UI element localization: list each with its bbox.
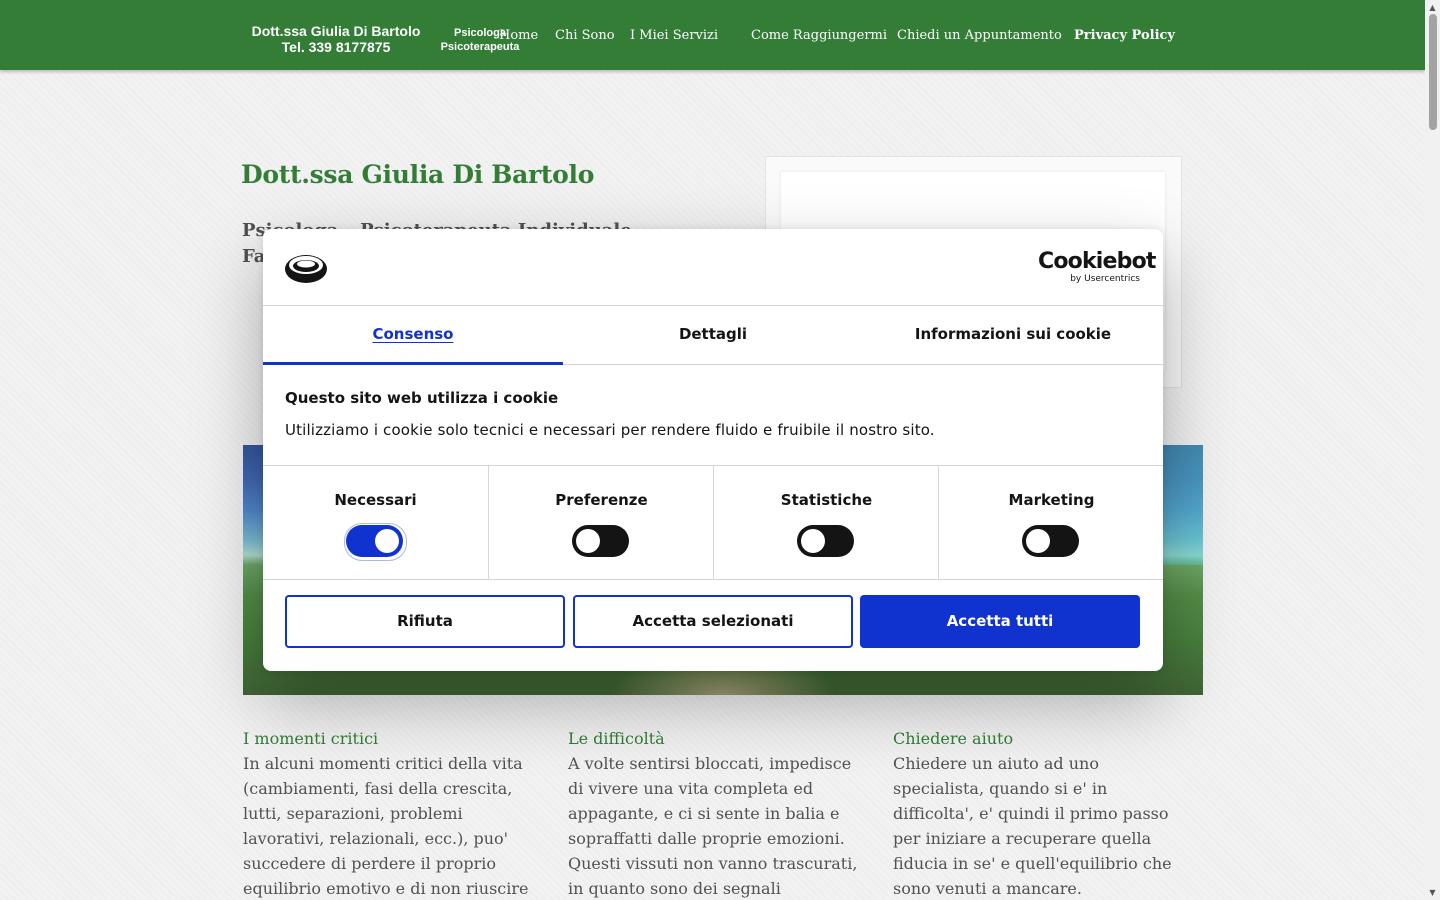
dialog-header: Cookiebot by Usercentrics <box>263 229 1163 306</box>
category-label: Necessari <box>334 491 417 509</box>
tab-label: Informazioni sui cookie <box>914 325 1112 343</box>
tab-dettagli[interactable]: Dettagli <box>563 307 863 365</box>
toggle-knob <box>375 529 399 553</box>
toggle-preferenze[interactable] <box>572 525 629 557</box>
cookie-consent-dialog: Cookiebot by Usercentrics Consenso Detta… <box>263 229 1163 671</box>
cookiebot-wordmark: Cookiebot <box>1038 249 1156 274</box>
scroll-up-arrow-icon[interactable]: ▲ <box>1425 0 1440 15</box>
accept-selected-button[interactable]: Accetta selezionati <box>573 595 853 648</box>
category-necessari: Necessari <box>263 466 488 579</box>
scrollbar-thumb[interactable] <box>1429 14 1437 130</box>
tab-label: Consenso <box>372 325 454 343</box>
category-statistiche: Statistiche <box>713 466 938 579</box>
category-label: Statistiche <box>780 491 873 509</box>
toggle-necessari[interactable] <box>344 523 407 561</box>
category-label: Preferenze <box>555 491 648 509</box>
dialog-tabs: Consenso Dettagli Informazioni sui cooki… <box>263 307 1163 365</box>
tab-label: Dettagli <box>678 325 748 343</box>
dialog-description: Utilizziamo i cookie solo tecnici e nece… <box>285 421 935 439</box>
toggle-knob <box>576 529 600 553</box>
category-label: Marketing <box>1008 491 1095 509</box>
page-scrollbar[interactable]: ▲ ▼ <box>1425 0 1440 900</box>
tab-informazioni[interactable]: Informazioni sui cookie <box>863 307 1163 365</box>
cookie-categories: Necessari Preferenze Statistiche Marketi… <box>263 465 1163 580</box>
category-preferenze: Preferenze <box>488 466 713 579</box>
toggle-knob <box>801 529 825 553</box>
site-logo-icon <box>285 255 327 283</box>
toggle-knob <box>1026 529 1050 553</box>
dialog-title: Questo sito web utilizza i cookie <box>285 389 559 407</box>
tab-consenso[interactable]: Consenso <box>263 307 563 365</box>
accept-all-button[interactable]: Accetta tutti <box>860 595 1140 648</box>
reject-button[interactable]: Rifiuta <box>285 595 565 648</box>
cookiebot-byline: by Usercentrics <box>1070 274 1140 284</box>
cookiebot-logo[interactable]: Cookiebot by Usercentrics <box>1038 249 1156 285</box>
scroll-down-arrow-icon[interactable]: ▼ <box>1425 885 1440 900</box>
toggle-marketing[interactable] <box>1022 525 1079 557</box>
toggle-statistiche[interactable] <box>797 525 854 557</box>
category-marketing: Marketing <box>938 466 1163 579</box>
